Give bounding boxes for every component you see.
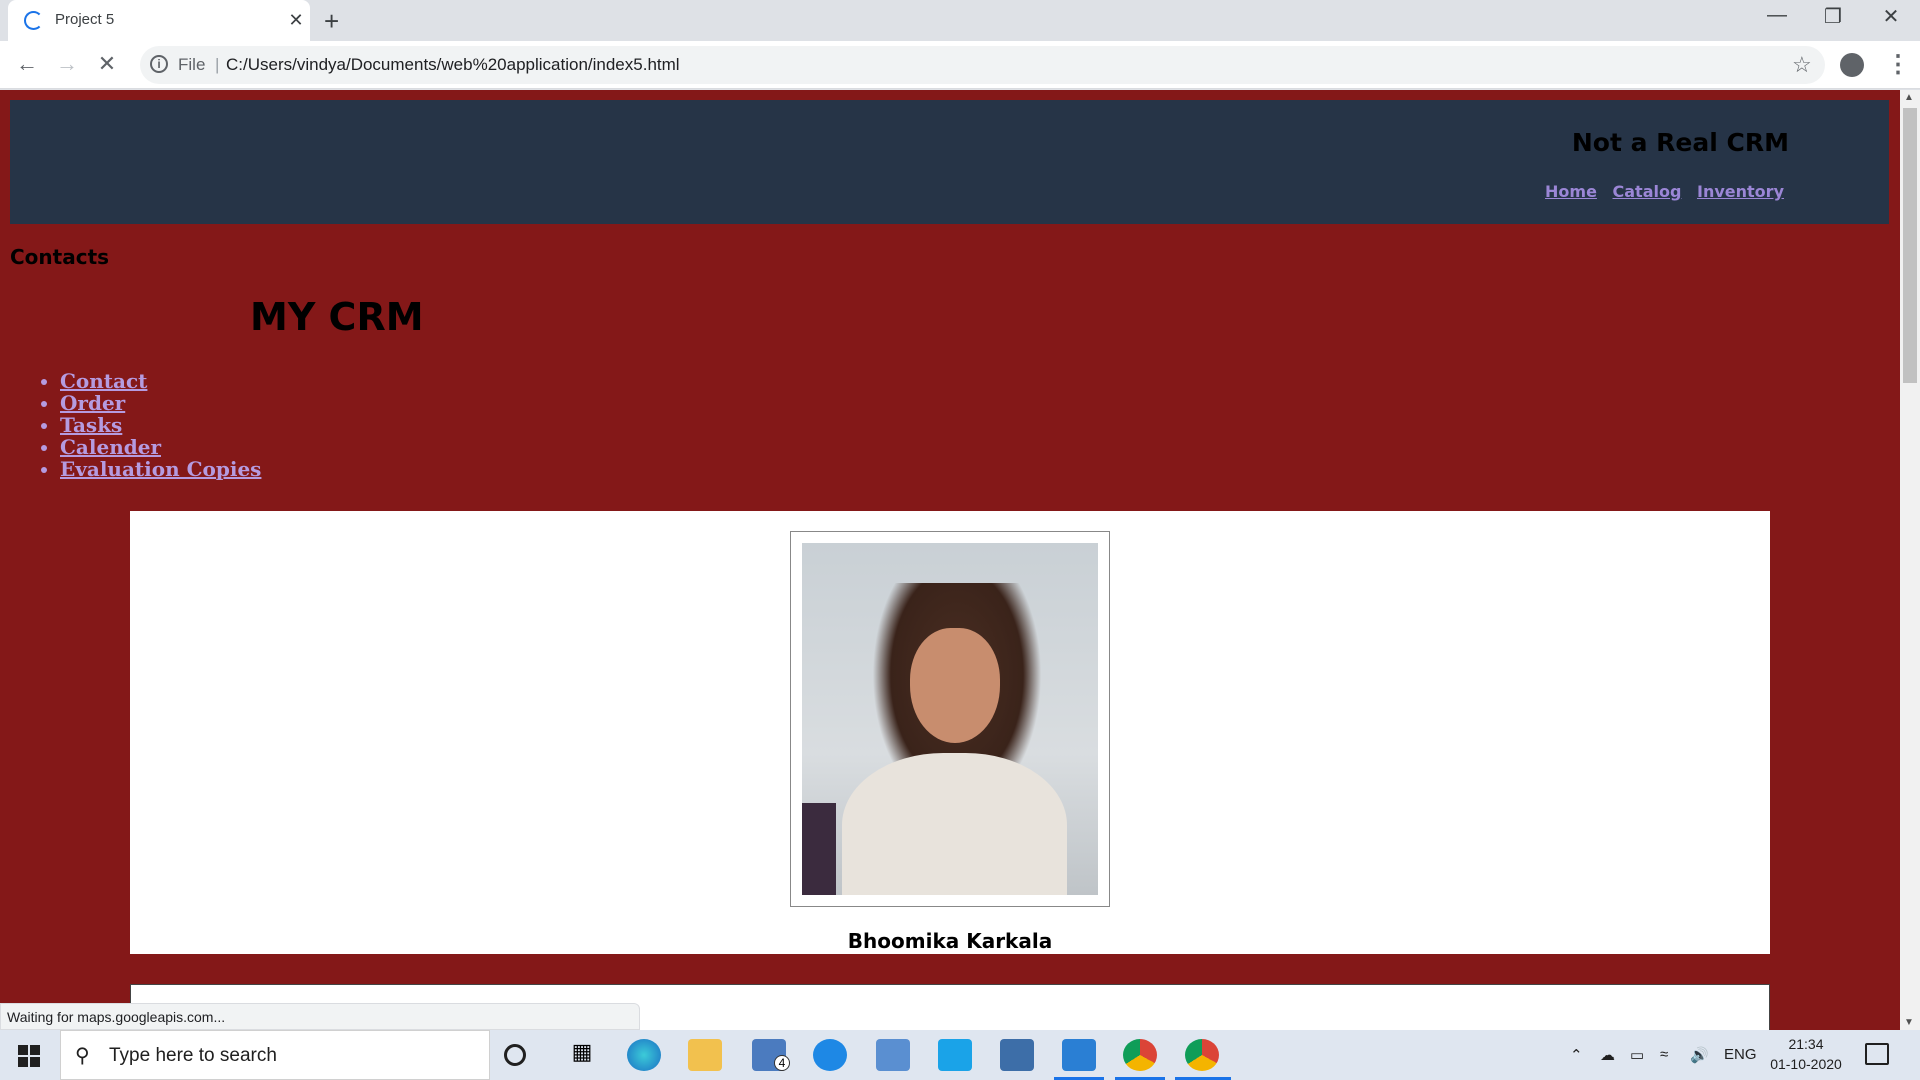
profile-photo bbox=[802, 543, 1098, 895]
tab-title: Project 5 bbox=[55, 11, 115, 28]
chrome-icon[interactable] bbox=[1123, 1039, 1157, 1071]
side-nav-item: Order bbox=[60, 392, 261, 414]
onedrive-icon[interactable]: ☁ bbox=[1600, 1046, 1615, 1064]
status-bubble: Waiting for maps.googleapis.com... bbox=[0, 1003, 640, 1030]
show-hidden-icons-icon[interactable]: ⌃ bbox=[1570, 1046, 1583, 1064]
loading-spinner-icon bbox=[24, 11, 43, 30]
side-nav-item: Evaluation Copies bbox=[60, 458, 261, 480]
taskbar-search[interactable]: ⚲ Type here to search bbox=[60, 1030, 490, 1080]
profile-card: Bhoomika Karkala bbox=[130, 511, 1770, 954]
minimize-icon[interactable]: — bbox=[1752, 4, 1802, 27]
clock-date: 01-10-2020 bbox=[1770, 1056, 1842, 1072]
volume-icon[interactable]: 🔊 bbox=[1690, 1046, 1709, 1064]
scroll-down-icon[interactable]: ▼ bbox=[1904, 1017, 1914, 1028]
profile-avatar-icon[interactable] bbox=[1840, 53, 1864, 77]
notification-center-icon[interactable] bbox=[1865, 1043, 1889, 1065]
clock[interactable]: 21:34 01-10-2020 bbox=[1770, 1034, 1842, 1074]
back-icon[interactable]: ← bbox=[13, 51, 41, 77]
chrome-icon[interactable] bbox=[1185, 1039, 1219, 1071]
page-scrollbar[interactable]: ▲ ▼ bbox=[1900, 90, 1920, 1030]
bookmark-star-icon[interactable]: ☆ bbox=[1792, 52, 1812, 78]
side-nav-item: Contact bbox=[60, 370, 261, 392]
side-nav-item: Tasks bbox=[60, 414, 261, 436]
side-nav-link-evaluation-copies[interactable]: Evaluation Copies bbox=[60, 457, 261, 481]
task-view-icon[interactable]: ▦ bbox=[565, 1039, 599, 1071]
clock-time: 21:34 bbox=[1788, 1036, 1824, 1052]
site-header: Not a Real CRM Home Catalog Inventory bbox=[10, 100, 1889, 224]
menu-kebab-icon[interactable]: ⋮ bbox=[1886, 50, 1910, 79]
top-nav: Home Catalog Inventory bbox=[1535, 182, 1784, 201]
brand-title: Not a Real CRM bbox=[1571, 128, 1789, 157]
side-nav-item: Calender bbox=[60, 436, 261, 458]
new-tab-button[interactable]: + bbox=[324, 6, 339, 37]
nav-link-inventory[interactable]: Inventory bbox=[1697, 182, 1784, 201]
address-bar[interactable]: i File | C:/Users/vindya/Documents/web%2… bbox=[140, 46, 1825, 84]
close-tab-icon[interactable]: ✕ bbox=[286, 10, 306, 31]
side-nav-link-order[interactable]: Order bbox=[60, 391, 125, 415]
close-window-icon[interactable]: ✕ bbox=[1866, 4, 1916, 29]
site-info-icon[interactable]: i bbox=[150, 55, 168, 73]
mail-badge: 4 bbox=[774, 1055, 790, 1071]
search-icon: ⚲ bbox=[75, 1045, 90, 1067]
app-icon[interactable] bbox=[813, 1039, 847, 1071]
search-placeholder: Type here to search bbox=[109, 1045, 277, 1066]
side-nav-link-contact[interactable]: Contact bbox=[60, 369, 147, 393]
vscode-icon[interactable] bbox=[1062, 1039, 1096, 1071]
wifi-icon[interactable]: ≈ bbox=[1660, 1046, 1668, 1063]
scroll-up-icon[interactable]: ▲ bbox=[1904, 92, 1914, 103]
contacts-heading: Contacts bbox=[10, 245, 110, 269]
nav-link-catalog[interactable]: Catalog bbox=[1613, 182, 1682, 201]
app-icon[interactable] bbox=[938, 1039, 972, 1071]
language-indicator[interactable]: ENG bbox=[1724, 1046, 1757, 1063]
forward-icon[interactable]: → bbox=[53, 51, 81, 77]
page-viewport: Not a Real CRM Home Catalog Inventory Co… bbox=[0, 90, 1900, 1030]
tab-strip: Project 5 ✕ + — ❐ ✕ bbox=[0, 0, 1920, 41]
browser-toolbar: ← → ✕ i File | C:/Users/vindya/Documents… bbox=[0, 41, 1920, 89]
file-explorer-icon[interactable] bbox=[688, 1039, 722, 1071]
browser-tab[interactable]: Project 5 ✕ bbox=[8, 0, 310, 41]
file-label: File bbox=[178, 55, 206, 74]
restore-icon[interactable]: ❐ bbox=[1808, 4, 1858, 29]
app-icon[interactable] bbox=[876, 1039, 910, 1071]
cortana-icon[interactable] bbox=[504, 1044, 526, 1066]
battery-icon[interactable]: ▭ bbox=[1630, 1046, 1644, 1064]
url-text[interactable]: C:/Users/vindya/Documents/web%20applicat… bbox=[226, 55, 680, 75]
app-icon[interactable] bbox=[1000, 1039, 1034, 1071]
side-nav-link-calender[interactable]: Calender bbox=[60, 435, 161, 459]
start-windows-icon[interactable] bbox=[18, 1045, 40, 1067]
url-separator: | bbox=[215, 55, 220, 74]
nav-link-home[interactable]: Home bbox=[1545, 182, 1597, 201]
profile-photo-frame bbox=[790, 531, 1110, 907]
side-nav-link-tasks[interactable]: Tasks bbox=[60, 413, 122, 437]
scroll-thumb[interactable] bbox=[1903, 108, 1917, 383]
crm-title: MY CRM bbox=[250, 295, 424, 339]
windows-taskbar: ⚲ Type here to search ▦ 4 ⌃ ☁ ▭ ≈ 🔊 ENG … bbox=[0, 1030, 1920, 1080]
side-nav: Contact Order Tasks Calender Evaluation … bbox=[40, 370, 261, 480]
stop-loading-icon[interactable]: ✕ bbox=[93, 51, 121, 77]
edge-icon[interactable] bbox=[627, 1039, 661, 1071]
person-name: Bhoomika Karkala bbox=[847, 929, 1053, 953]
